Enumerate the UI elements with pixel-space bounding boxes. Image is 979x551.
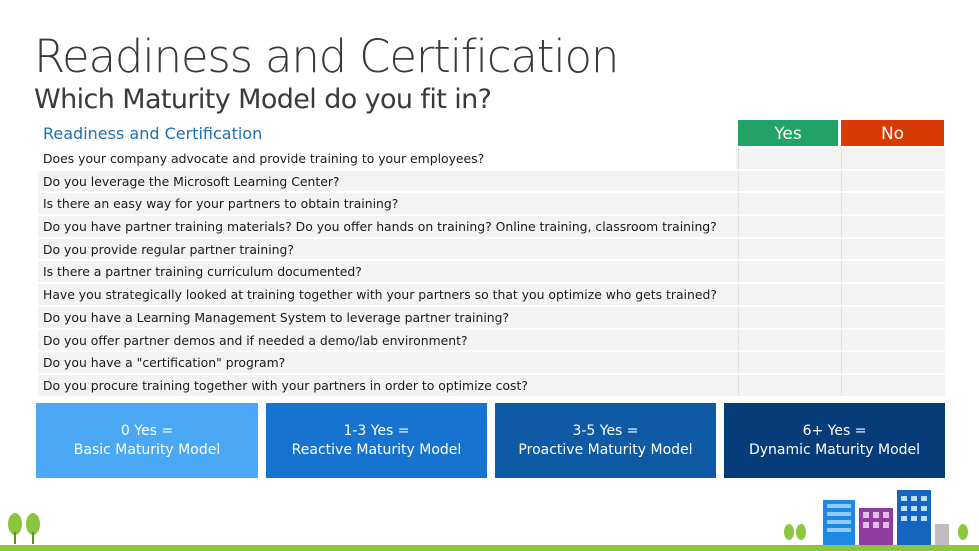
question-row: Do you procure training together with yo… — [38, 372, 945, 396]
model-tile-count: 1-3 Yes = — [343, 422, 410, 439]
no-answer-cell[interactable] — [841, 170, 945, 192]
no-answer-cell[interactable] — [841, 284, 945, 305]
yes-answer-cell[interactable] — [738, 216, 839, 237]
model-tile-name: Reactive Maturity Model — [291, 441, 462, 458]
question-text: Do you leverage the Microsoft Learning C… — [43, 173, 340, 189]
question-text: Do you have a "certification" program? — [43, 355, 286, 371]
model-tile-name: Basic Maturity Model — [73, 441, 221, 458]
no-answer-cell[interactable] — [841, 306, 945, 328]
question-row: Do you have partner training materials? … — [38, 214, 945, 237]
no-answer-cell[interactable] — [841, 261, 945, 283]
question-row: Have you strategically looked at trainin… — [38, 282, 945, 305]
yes-answer-cell[interactable] — [738, 374, 839, 396]
no-answer-cell[interactable] — [841, 374, 945, 396]
model-tile-proactive: 3-5 Yes = Proactive Maturity Model — [495, 403, 716, 478]
no-answer-cell[interactable] — [841, 148, 945, 169]
question-text: Do you have a Learning Management System… — [43, 309, 510, 325]
maturity-model-tiles: 0 Yes = Basic Maturity Model 1-3 Yes = R… — [36, 403, 946, 478]
yes-answer-cell[interactable] — [738, 306, 839, 328]
yes-answer-cell[interactable] — [738, 170, 839, 192]
page-subtitle: Which Maturity Model do you fit in? — [34, 84, 492, 115]
model-tile-reactive: 1-3 Yes = Reactive Maturity Model — [266, 403, 487, 478]
no-answer-cell[interactable] — [841, 238, 945, 260]
table-header: Readiness and Certification Yes No — [38, 120, 944, 146]
question-text: Do you offer partner demos and if needed… — [43, 332, 468, 348]
no-column-header: No — [841, 120, 944, 146]
no-answer-cell[interactable] — [841, 329, 945, 351]
question-row: Do you offer partner demos and if needed… — [38, 327, 945, 351]
question-text: Is there a partner training curriculum d… — [43, 264, 362, 280]
section-label: Readiness and Certification — [43, 124, 263, 143]
model-tile-count: 0 Yes = — [120, 422, 174, 439]
question-row: Do you provide regular partner training? — [38, 236, 945, 260]
model-tile-basic: 0 Yes = Basic Maturity Model — [36, 403, 258, 478]
question-text: Have you strategically looked at trainin… — [43, 287, 717, 303]
no-answer-cell[interactable] — [841, 216, 945, 237]
question-row: Do you leverage the Microsoft Learning C… — [38, 168, 945, 192]
question-row: Is there a partner training curriculum d… — [38, 259, 945, 283]
question-row: Is there an easy way for your partners t… — [38, 191, 945, 215]
yes-column-header: Yes — [738, 120, 838, 146]
building-icon — [784, 490, 968, 546]
no-answer-cell[interactable] — [841, 352, 945, 373]
yes-answer-cell[interactable] — [738, 148, 839, 169]
question-text: Is there an easy way for your partners t… — [43, 196, 399, 212]
question-text: Do you provide regular partner training? — [43, 241, 294, 257]
assessment-table: Readiness and Certification Yes No Does … — [38, 120, 945, 396]
question-row: Does your company advocate and provide t… — [38, 146, 945, 169]
yes-answer-cell[interactable] — [738, 284, 839, 305]
tree-icon — [8, 513, 40, 544]
yes-answer-cell[interactable] — [738, 193, 839, 215]
page-title: Readiness and Certification — [34, 30, 619, 83]
model-tile-name: Proactive Maturity Model — [518, 441, 693, 458]
question-text: Do you procure training together with yo… — [43, 377, 528, 393]
yes-answer-cell[interactable] — [738, 238, 839, 260]
question-text: Does your company advocate and provide t… — [43, 151, 485, 166]
question-row: Do you have a "certification" program? — [38, 350, 945, 373]
no-answer-cell[interactable] — [841, 193, 945, 215]
model-tile-count: 3-5 Yes = — [572, 422, 639, 439]
yes-answer-cell[interactable] — [738, 352, 839, 373]
model-tile-count: 6+ Yes = — [802, 422, 867, 439]
ground-strip — [0, 545, 979, 551]
yes-answer-cell[interactable] — [738, 329, 839, 351]
model-tile-dynamic: 6+ Yes = Dynamic Maturity Model — [724, 403, 945, 478]
model-tile-name: Dynamic Maturity Model — [748, 441, 921, 458]
yes-answer-cell[interactable] — [738, 261, 839, 283]
question-text: Do you have partner training materials? … — [43, 219, 717, 235]
question-row: Do you have a Learning Management System… — [38, 304, 945, 328]
